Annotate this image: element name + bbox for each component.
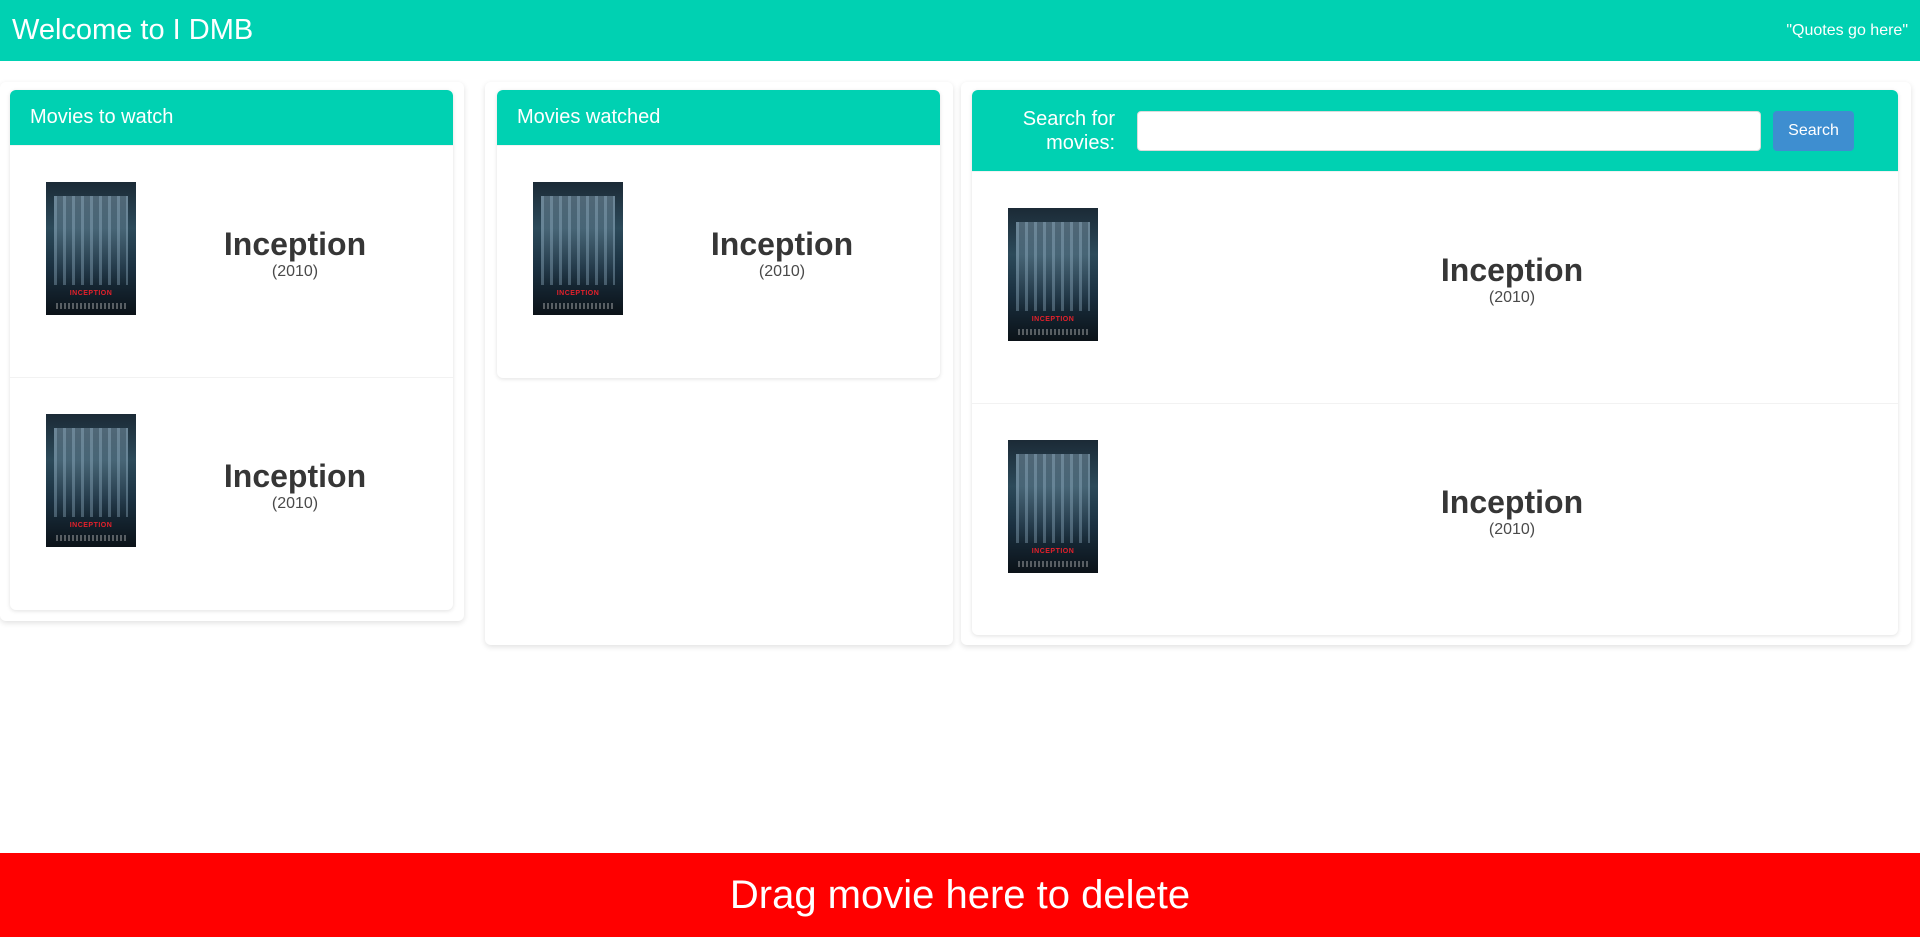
search-input[interactable]	[1137, 110, 1761, 151]
search-card: Search for movies: Search INCEPTION Ince…	[972, 90, 1898, 635]
search-result-card[interactable]: INCEPTION Inception (2010)	[972, 403, 1898, 635]
movie-card[interactable]: INCEPTION Inception (2010)	[497, 145, 940, 377]
movies-watched-title: Movies watched	[517, 106, 661, 128]
movie-year: (2010)	[758, 263, 806, 280]
search-header: Search for movies: Search	[972, 90, 1898, 171]
search-label: Search for movies:	[1022, 107, 1115, 154]
poster-title: INCEPTION	[1031, 316, 1075, 323]
movie-poster: INCEPTION	[46, 414, 136, 547]
poster-title: INCEPTION	[69, 522, 113, 529]
search-result-card[interactable]: INCEPTION Inception (2010)	[972, 171, 1898, 403]
poster-title: INCEPTION	[556, 290, 600, 297]
movie-poster: INCEPTION	[46, 182, 136, 315]
movies-watched-header: Movies watched	[497, 90, 940, 145]
movies-to-watch-header: Movies to watch	[10, 90, 453, 145]
movie-card[interactable]: INCEPTION Inception (2010)	[10, 145, 453, 377]
quote-text: "Quotes go here"	[1786, 21, 1908, 39]
delete-drop-zone[interactable]: Drag movie here to delete	[0, 853, 1920, 937]
movie-title: Inception	[710, 226, 854, 262]
movie-title: Inception	[1440, 252, 1584, 288]
movies-to-watch-card: Movies to watch INCEPTION Inception (201…	[10, 90, 453, 610]
movie-poster: INCEPTION	[1008, 440, 1098, 573]
movie-card[interactable]: INCEPTION Inception (2010)	[10, 377, 453, 609]
top-navbar: Welcome to I DMB "Quotes go here"	[0, 0, 1920, 61]
movie-title: Inception	[223, 458, 367, 494]
movie-year: (2010)	[271, 263, 319, 280]
movie-title: Inception	[223, 226, 367, 262]
movie-year: (2010)	[1488, 289, 1536, 306]
movie-year: (2010)	[1488, 521, 1536, 538]
movie-poster: INCEPTION	[533, 182, 623, 315]
movies-to-watch-title: Movies to watch	[30, 106, 174, 128]
poster-title: INCEPTION	[1031, 548, 1075, 555]
search-button[interactable]: Search	[1773, 110, 1854, 151]
movies-watched-card: Movies watched INCEPTION Inception (2010…	[497, 90, 940, 378]
movie-title: Inception	[1440, 484, 1584, 520]
app-title: Welcome to I DMB	[12, 14, 254, 46]
delete-drop-zone-label: Drag movie here to delete	[729, 872, 1191, 917]
movie-poster: INCEPTION	[1008, 208, 1098, 341]
movie-year: (2010)	[271, 495, 319, 512]
poster-title: INCEPTION	[69, 290, 113, 297]
